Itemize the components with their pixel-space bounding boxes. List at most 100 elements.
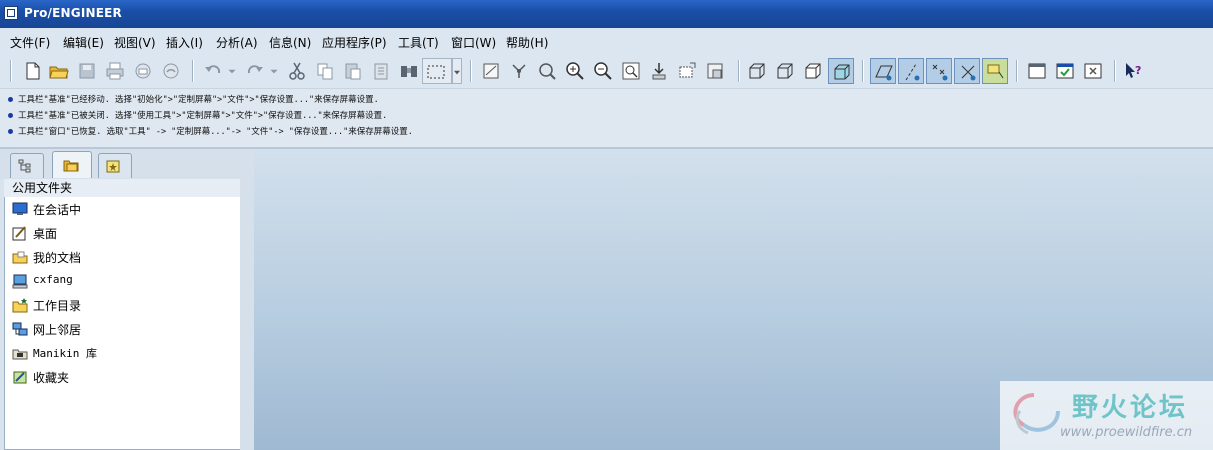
menu-help[interactable]: 帮助(H) (506, 34, 548, 51)
scissors-icon (289, 62, 305, 80)
view-manager-icon (707, 63, 723, 79)
computer-icon (12, 274, 28, 289)
zoom-in-icon (566, 62, 584, 80)
datum-points-toggle[interactable] (926, 58, 952, 84)
menu-view[interactable]: 视图(V) (114, 34, 156, 51)
zoom-out-icon (594, 62, 612, 80)
menu-file[interactable]: 文件(F) (10, 34, 50, 51)
main-toolbar: ? (0, 54, 1213, 89)
redo-dropdown[interactable] (268, 58, 280, 84)
hidden-line-button[interactable] (772, 58, 798, 84)
toolbar-separator (10, 60, 12, 82)
tab-folder-browser[interactable] (52, 151, 92, 178)
paste-button[interactable] (340, 58, 366, 84)
menu-info[interactable]: 信息(N) (269, 34, 311, 51)
window-close-button[interactable] (1080, 58, 1106, 84)
binoculars-icon (401, 66, 417, 77)
menu-applications[interactable]: 应用程序(P) (322, 34, 387, 51)
datum-planes-toggle[interactable] (870, 58, 896, 84)
menu-window[interactable]: 窗口(W) (451, 34, 496, 51)
reorient-icon (652, 63, 666, 80)
wireframe-button[interactable] (744, 58, 770, 84)
redo-button[interactable] (242, 58, 268, 84)
orient-icon (539, 63, 556, 80)
mail-icon (135, 63, 151, 79)
new-file-icon (26, 62, 40, 80)
view-manager-button[interactable] (702, 58, 728, 84)
zoom-out-button[interactable] (590, 58, 616, 84)
window-new-button[interactable] (1052, 58, 1078, 84)
csys-icon (961, 65, 976, 81)
send-link-button[interactable] (158, 58, 184, 84)
paste-icon (345, 63, 361, 80)
message-line: 工具栏"窗口"已恢复. 选取"工具" -> "定制屏幕..."-> "文件"->… (8, 125, 413, 137)
toolbar-separator (862, 60, 864, 82)
datum-axes-toggle[interactable] (898, 58, 924, 84)
chevron-down-icon (228, 69, 236, 74)
navigator-sash[interactable] (240, 179, 254, 450)
annotation-toggle[interactable] (982, 58, 1008, 84)
save-button[interactable] (74, 58, 100, 84)
refit-button[interactable] (618, 58, 644, 84)
toolbar-separator (1016, 60, 1018, 82)
no-hidden-button[interactable] (800, 58, 826, 84)
redo-icon (247, 65, 263, 74)
window-activate-button[interactable] (1024, 58, 1050, 84)
no-hidden-cube-icon (805, 63, 821, 79)
open-folder-icon (49, 66, 69, 79)
tab-favorites[interactable] (98, 153, 132, 178)
library-icon (12, 349, 28, 360)
app-icon[interactable] (4, 6, 18, 20)
shading-button[interactable] (828, 58, 854, 84)
folder-browser-icon (63, 160, 79, 172)
orient-mode-button[interactable] (534, 58, 560, 84)
selection-filter-button[interactable] (422, 58, 452, 84)
public-folders-header: 公用文件夹 (4, 179, 240, 197)
menu-tools[interactable]: 工具(T) (398, 34, 439, 51)
toolbar-separator (738, 60, 740, 82)
context-help-button[interactable]: ? (1120, 58, 1146, 84)
undo-dropdown[interactable] (226, 58, 238, 84)
reorient-button[interactable] (646, 58, 672, 84)
chevron-down-icon (270, 69, 278, 74)
message-area: 工具栏"基准"已经移动. 选择"初始化">"定制屏幕">"文件">"保存设置..… (0, 89, 1213, 149)
close-window-icon (1084, 63, 1102, 79)
navigator-panel (4, 179, 240, 450)
bullet-icon (8, 97, 13, 102)
coordinate-systems-toggle[interactable] (954, 58, 980, 84)
open-button[interactable] (46, 58, 72, 84)
new-button[interactable] (20, 58, 46, 84)
toolbar-separator (192, 60, 194, 82)
undo-button[interactable] (200, 58, 226, 84)
menu-edit[interactable]: 编辑(E) (63, 34, 104, 51)
print-button[interactable] (102, 58, 128, 84)
hidden-line-cube-icon (777, 63, 793, 79)
favorites-tab-icon (106, 160, 120, 173)
zoom-in-button[interactable] (562, 58, 588, 84)
cut-button[interactable] (284, 58, 310, 84)
favorites-icon (13, 371, 27, 384)
window-title: Pro/ENGINEER (24, 6, 122, 20)
repaint-button[interactable] (478, 58, 504, 84)
menu-analysis[interactable]: 分析(A) (216, 34, 258, 51)
shaded-cube-icon (834, 64, 850, 80)
spin-center-button[interactable] (506, 58, 532, 84)
watermark-url: www.proewildfire.cn (1060, 425, 1193, 440)
selection-filter-dropdown[interactable] (452, 58, 462, 84)
send-mail-button[interactable] (130, 58, 156, 84)
bullet-icon (8, 129, 13, 134)
svg-text:?: ? (1135, 64, 1141, 77)
print-icon (106, 62, 124, 80)
toolbar-separator (1114, 60, 1116, 82)
toolbar-separator (470, 60, 472, 82)
title-bar: Pro/ENGINEER (0, 0, 1213, 28)
regenerate-button[interactable] (396, 58, 422, 84)
paste-special-button[interactable] (368, 58, 394, 84)
copy-button[interactable] (312, 58, 338, 84)
network-icon (12, 322, 28, 336)
window-check-icon (1056, 63, 1074, 79)
saved-views-button[interactable] (674, 58, 700, 84)
tab-model-tree[interactable] (10, 153, 44, 178)
annotation-icon (987, 64, 1004, 79)
menu-insert[interactable]: 插入(I) (166, 34, 203, 51)
